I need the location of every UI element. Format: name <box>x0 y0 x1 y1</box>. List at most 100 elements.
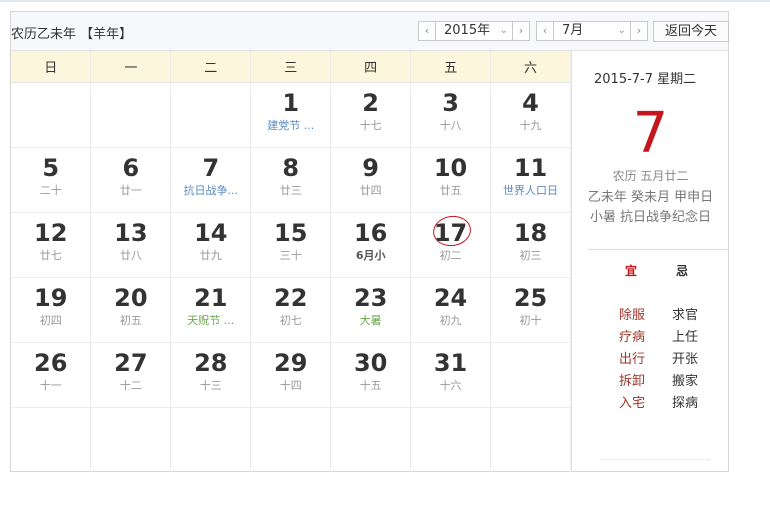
month-selector: ‹ 7月 ⌄ › <box>536 21 648 41</box>
day-lunar-label: 6月小 <box>355 249 386 262</box>
next-month-arrow-icon[interactable]: › <box>630 22 647 40</box>
day-number: 1 <box>282 89 300 117</box>
day-cell[interactable]: 17 初二 <box>410 212 492 278</box>
day-lunar-label: 天贶节 ... <box>187 314 235 327</box>
day-cell[interactable]: 30 十五 <box>330 342 412 408</box>
day-cell[interactable]: 6 廿一 <box>90 147 172 213</box>
yi-item: 出行 <box>619 352 646 367</box>
day-cell[interactable]: 22 初七 <box>250 277 332 343</box>
day-cell[interactable]: 11 世界人口日 <box>490 147 571 213</box>
ji-item: 开张 <box>672 352 699 367</box>
ji-item: 上任 <box>672 330 699 345</box>
next-year-arrow-icon[interactable]: › <box>512 22 529 40</box>
day-number: 15 <box>274 219 308 247</box>
empty-day-cell <box>490 407 571 472</box>
week-row: 12 廿七 13 廿八 14 廿九 15 三十 16 6月小 17 初二 18 初三 <box>11 212 571 278</box>
day-number: 19 <box>34 284 68 312</box>
day-number: 13 <box>114 219 148 247</box>
divider <box>588 249 729 250</box>
calendar-grid: 日一二三四五六 1 建党节 ... 2 十七 3 十八 4 十九 5 二十 6 廿一 7 抗日战争... 8… <box>11 51 571 472</box>
empty-day-cell <box>490 342 571 408</box>
weekday-header-cell: 四 <box>330 51 412 83</box>
empty-day-cell <box>170 407 252 472</box>
day-cell[interactable]: 3 十八 <box>410 82 492 148</box>
day-number: 16 <box>353 219 388 247</box>
day-lunar-label: 抗日战争... <box>183 184 239 197</box>
year-select[interactable]: 2015年 ⌄ <box>436 22 512 40</box>
day-cell[interactable]: 21 天贶节 ... <box>170 277 252 343</box>
month-select[interactable]: 7月 ⌄ <box>554 22 630 40</box>
day-cell[interactable]: 26 十一 <box>11 342 92 408</box>
day-cell[interactable]: 28 十三 <box>170 342 252 408</box>
weekday-header-cell: 五 <box>410 51 492 83</box>
month-dropdown-icon: ⌄ <box>617 25 626 36</box>
day-lunar-label: 初二 <box>439 249 462 262</box>
month-value: 7月 <box>562 23 584 38</box>
dotted-divider <box>602 459 710 460</box>
weekday-header-cell: 二 <box>170 51 252 83</box>
day-cell[interactable]: 9 廿四 <box>330 147 412 213</box>
day-number: 25 <box>513 284 548 312</box>
day-lunar-label: 廿三 <box>279 184 302 197</box>
empty-day-cell <box>90 407 172 472</box>
day-lunar-label: 十五 <box>359 379 382 392</box>
ji-list: 求官 上任 开张 搬家 探病 <box>672 305 698 415</box>
day-cell[interactable]: 25 初十 <box>490 277 571 343</box>
selected-lunar-date: 农历 五月廿二 <box>612 169 689 183</box>
day-number: 31 <box>433 349 468 377</box>
empty-day-cell <box>11 82 92 148</box>
empty-day-cell <box>170 82 252 148</box>
weekday-header-cell: 三 <box>250 51 332 83</box>
day-cell[interactable]: 12 廿七 <box>11 212 92 278</box>
day-cell[interactable]: 19 初四 <box>11 277 92 343</box>
ji-heading: 忌 <box>676 264 689 278</box>
day-cell[interactable]: 16 6月小 <box>330 212 412 278</box>
day-lunar-label: 世界人口日 <box>503 184 559 197</box>
day-cell[interactable]: 29 十四 <box>250 342 332 408</box>
prev-year-arrow-icon[interactable]: ‹ <box>419 22 436 40</box>
day-cell[interactable]: 10 廿五 <box>410 147 492 213</box>
day-cell[interactable]: 14 廿九 <box>170 212 252 278</box>
day-cell[interactable]: 13 廿八 <box>90 212 172 278</box>
day-number: 10 <box>433 154 468 182</box>
day-lunar-label: 廿四 <box>359 184 382 197</box>
day-number: 4 <box>522 89 539 117</box>
day-cell[interactable]: 31 十六 <box>410 342 492 408</box>
day-lunar-label: 三十 <box>279 249 302 262</box>
day-cell[interactable]: 5 二十 <box>11 147 92 213</box>
day-lunar-label: 建党节 ... <box>267 119 315 132</box>
day-number: 11 <box>513 154 548 182</box>
day-lunar-label: 廿九 <box>199 249 222 262</box>
prev-month-arrow-icon[interactable]: ‹ <box>537 22 554 40</box>
day-cell[interactable]: 8 廿三 <box>250 147 332 213</box>
day-cell[interactable]: 18 初三 <box>490 212 571 278</box>
day-number: 28 <box>194 349 228 377</box>
day-lunar-label: 十二 <box>119 379 142 392</box>
day-cell[interactable]: 4 十九 <box>490 82 571 148</box>
weekday-header-cell: 日 <box>11 51 92 83</box>
day-cell[interactable]: 24 初九 <box>410 277 492 343</box>
selected-date-line: 2015-7-7 星期二 <box>594 72 697 87</box>
day-lunar-label: 初五 <box>119 314 142 327</box>
day-cell[interactable]: 7 抗日战争... <box>170 147 252 213</box>
empty-day-cell <box>250 407 332 472</box>
day-number: 12 <box>34 219 68 247</box>
day-number: 22 <box>274 284 308 312</box>
day-cell[interactable]: 20 初五 <box>90 277 172 343</box>
day-lunar-label: 廿八 <box>119 249 142 262</box>
back-to-today-button[interactable]: 返回今天 <box>653 21 729 42</box>
day-cell[interactable]: 27 十二 <box>90 342 172 408</box>
day-number: 3 <box>442 89 459 117</box>
yi-item: 拆卸 <box>619 374 646 389</box>
day-cell[interactable]: 15 三十 <box>250 212 332 278</box>
empty-day-cell <box>410 407 492 472</box>
day-cell[interactable]: 1 建党节 ... <box>250 82 332 148</box>
day-cell[interactable]: 23 大暑 <box>330 277 412 343</box>
day-number: 23 <box>353 284 388 312</box>
selected-day-number: 7 <box>632 101 669 166</box>
week-row <box>11 407 571 472</box>
day-lunar-label: 廿五 <box>439 184 462 197</box>
day-number: 6 <box>122 154 140 182</box>
day-cell[interactable]: 2 十七 <box>330 82 412 148</box>
day-lunar-label: 廿七 <box>39 249 62 262</box>
